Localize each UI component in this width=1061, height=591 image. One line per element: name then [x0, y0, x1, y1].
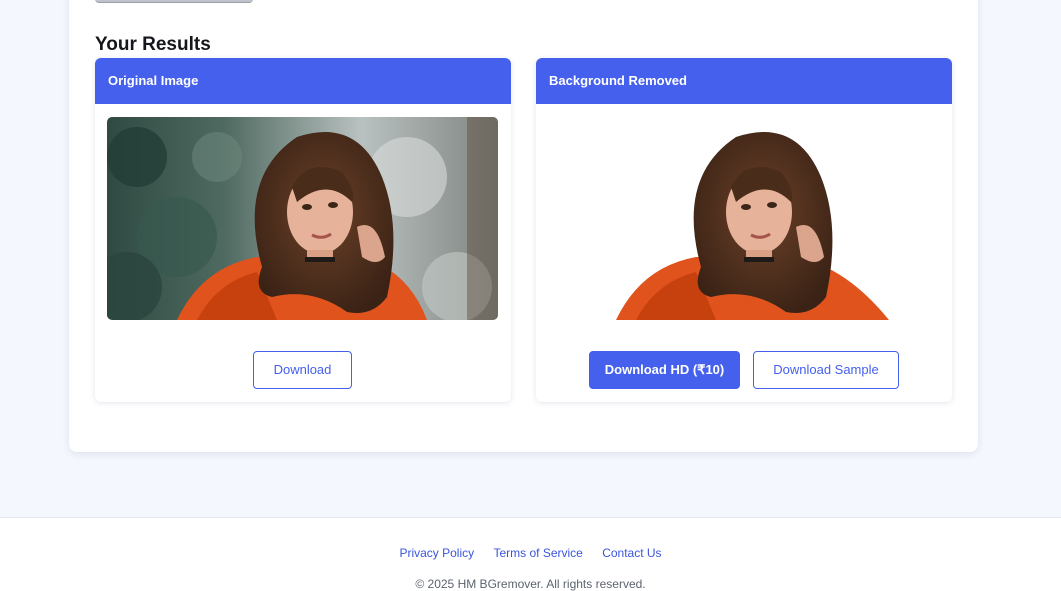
page: Your Results Original Image Download Bac…	[0, 0, 1061, 591]
contact-us-link[interactable]: Contact Us	[602, 546, 661, 560]
results-title: Your Results	[95, 34, 211, 55]
background-removed-header: Background Removed	[536, 58, 952, 104]
download-hd-button[interactable]: Download HD (₹10)	[589, 351, 740, 389]
original-image-card: Original Image Download	[95, 58, 511, 402]
privacy-policy-link[interactable]: Privacy Policy	[399, 546, 474, 560]
download-sample-button[interactable]: Download Sample	[753, 351, 899, 389]
footer: Privacy Policy Terms of Service Contact …	[0, 517, 1061, 591]
footer-links: Privacy Policy Terms of Service Contact …	[0, 546, 1061, 560]
download-button[interactable]: Download	[253, 351, 352, 389]
copyright-text: © 2025 HM BGremover. All rights reserved…	[415, 577, 646, 591]
original-photo	[107, 117, 498, 320]
original-image-header: Original Image	[95, 58, 511, 104]
terms-of-service-link[interactable]: Terms of Service	[493, 546, 582, 560]
background-removed-photo	[611, 117, 891, 320]
background-removed-card: Background Removed Download HD (₹10) Dow…	[536, 58, 952, 402]
previous-button-edge[interactable]	[95, 0, 253, 3]
